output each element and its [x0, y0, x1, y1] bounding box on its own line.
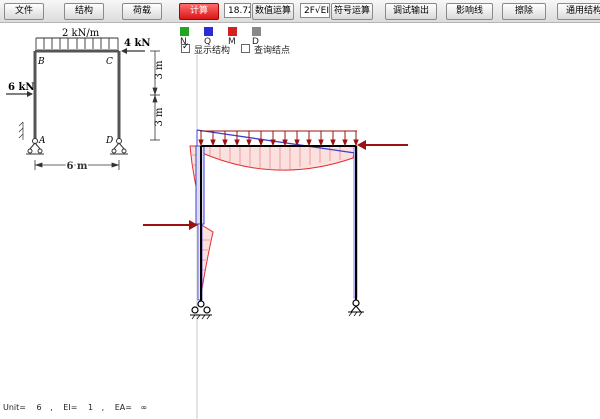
status-bar: Unit= 6 , EI= 1 , EA= ∞ — [3, 403, 149, 412]
left-point-load-arrow[interactable] — [143, 220, 198, 230]
ei-label: EI= — [63, 403, 78, 412]
ea-label: EA= — [114, 403, 132, 412]
separator: , — [101, 403, 105, 412]
right-point-load-arrow[interactable] — [357, 140, 408, 150]
pin-support-right-icon[interactable] — [348, 299, 364, 317]
distributed-load-arrows — [198, 130, 359, 147]
unit-label: Unit= — [3, 403, 26, 412]
ea-value: ∞ — [140, 403, 148, 412]
analysis-canvas[interactable] — [0, 0, 600, 419]
unit-value: 6 — [36, 403, 42, 412]
pin-support-left-icon[interactable] — [190, 300, 212, 320]
separator: , — [50, 403, 53, 412]
ei-value: 1 — [87, 403, 94, 412]
